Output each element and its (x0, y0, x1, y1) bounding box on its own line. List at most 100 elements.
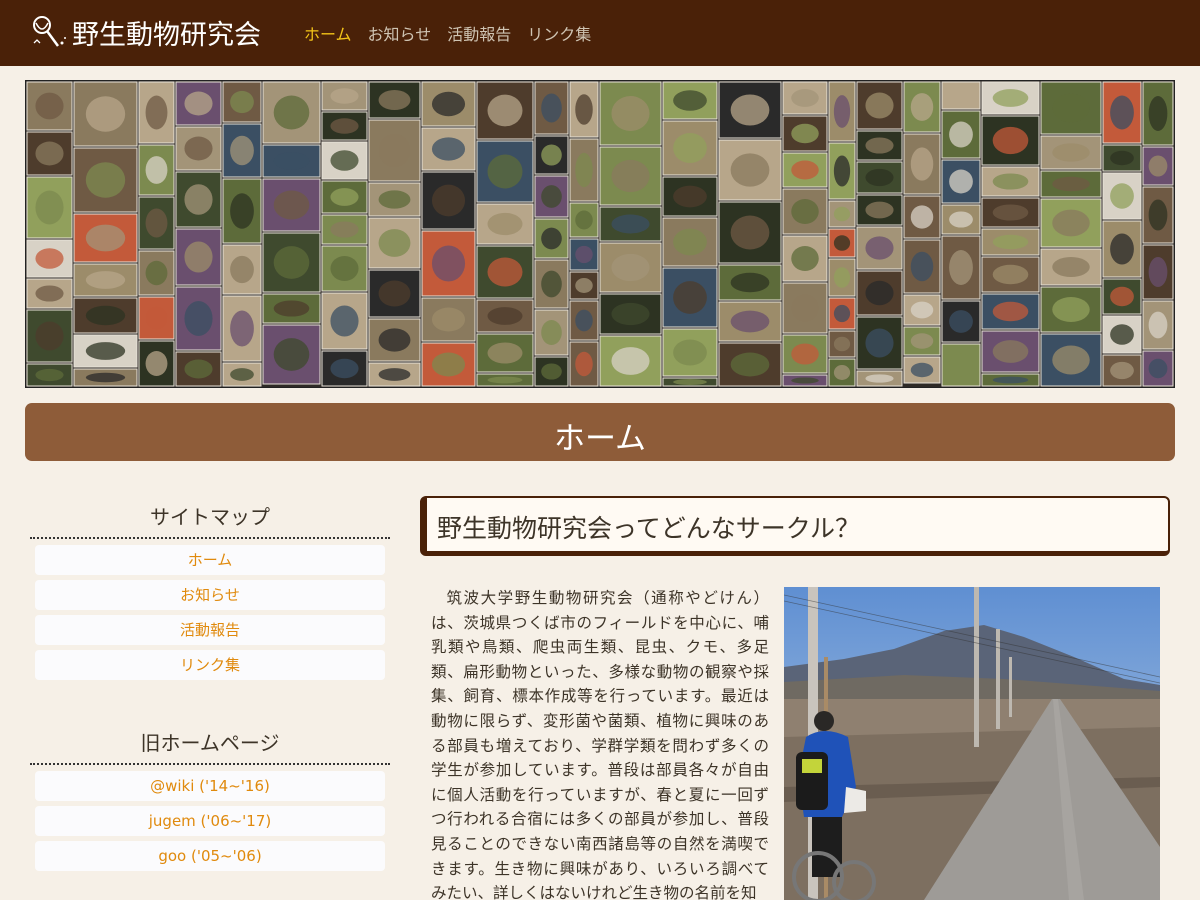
mosaic-tile (222, 81, 262, 123)
mosaic-tile (421, 127, 476, 171)
nav-item-reports[interactable]: 活動報告 (447, 21, 511, 45)
mosaic-tile (421, 230, 476, 297)
mosaic-tile (175, 126, 222, 171)
nav-item-home[interactable]: ホーム (304, 21, 352, 45)
mosaic-tile (981, 228, 1040, 256)
mosaic-tile (421, 342, 476, 387)
mosaic-tile (828, 297, 856, 330)
site-title[interactable]: 野生動物研究会 (72, 13, 261, 52)
mosaic-tile (599, 81, 662, 146)
old-item-jugem[interactable]: jugem ('06~'17) (35, 806, 385, 836)
mosaic-tile (599, 206, 662, 242)
mosaic-tile (941, 110, 981, 159)
mosaic-tile (981, 373, 1040, 387)
mosaic-tile (368, 269, 421, 318)
mosaic-tile (222, 123, 262, 178)
mosaic-tile (782, 334, 828, 374)
site-header: 野生動物研究会 ホーム お知らせ 活動報告 リンク集 (0, 0, 1200, 66)
mosaic-tile (903, 326, 941, 356)
mosaic-tile (138, 340, 175, 387)
mosaic-tile (662, 377, 718, 387)
mosaic-tile (903, 195, 941, 239)
mosaic-tile (718, 139, 782, 201)
old-item-goo[interactable]: goo ('05~'06) (35, 841, 385, 871)
mosaic-tile (981, 115, 1040, 166)
mosaic-tile (368, 119, 421, 182)
mosaic-tile (981, 293, 1040, 330)
nav-item-links[interactable]: リンク集 (527, 21, 591, 45)
mosaic-tile (599, 242, 662, 293)
mosaic-tile (941, 300, 981, 343)
mosaic-tile (1142, 81, 1174, 146)
mosaic-tile (1040, 286, 1102, 333)
mosaic-tile (856, 270, 903, 316)
mosaic-tile (782, 282, 828, 334)
mosaic-tile (599, 146, 662, 206)
mosaic-tile (138, 144, 175, 196)
mosaic-tile (1040, 81, 1102, 135)
mosaic-tile (321, 292, 368, 350)
mosaic-tile (1040, 170, 1102, 198)
mosaic-tile (782, 235, 828, 282)
mosaic-image (26, 81, 1174, 387)
old-item-wiki[interactable]: @wiki ('14~'16) (35, 771, 385, 801)
mosaic-tile (941, 204, 981, 235)
mosaic-tile (1102, 315, 1142, 354)
mosaic-tile (476, 373, 534, 387)
sitemap-list: ホーム お知らせ 活動報告 リンク集 (30, 539, 390, 680)
mosaic-tile (26, 131, 73, 176)
mosaic-tile (73, 368, 138, 387)
mosaic-tile (856, 226, 903, 270)
mosaic-tile (222, 362, 262, 387)
article-body: 筑波大学野生動物研究会（通称やどけん）は、茨城県つくば市のフィールドを中心に、哺… (431, 589, 769, 900)
sitemap-item-reports[interactable]: 活動報告 (35, 615, 385, 645)
mosaic-tile (856, 194, 903, 226)
mosaic-tile (662, 267, 718, 328)
mosaic-tile (1142, 186, 1174, 244)
mosaic-tile (569, 81, 599, 138)
mosaic-tile (856, 130, 903, 161)
mosaic-tile (718, 264, 782, 301)
article-heading: 野生動物研究会ってどんなサークル？ (420, 496, 1170, 556)
mosaic-tile (569, 300, 599, 341)
mosaic-tile (981, 197, 1040, 228)
mosaic-tile (1102, 81, 1142, 144)
mosaic-tile (1102, 220, 1142, 278)
mosaic-tile (662, 328, 718, 377)
mosaic-tile (782, 81, 828, 115)
mosaic-tile (321, 180, 368, 214)
mosaic-tile (534, 309, 569, 356)
mosaic-tile (222, 244, 262, 295)
mosaic-tile (941, 159, 981, 204)
sitemap-item-news[interactable]: お知らせ (35, 580, 385, 610)
mosaic-tile (903, 294, 941, 326)
mosaic-tile (782, 152, 828, 188)
sitemap-item-home[interactable]: ホーム (35, 545, 385, 575)
mosaic-tile (981, 166, 1040, 197)
mosaic-tile (26, 309, 73, 363)
mosaic-tile (73, 81, 138, 147)
mosaic-tile (662, 120, 718, 176)
mosaic-tile (856, 370, 903, 387)
mosaic-tile (321, 245, 368, 292)
nav-item-news[interactable]: お知らせ (368, 21, 432, 45)
mosaic-tile (1102, 144, 1142, 172)
mosaic-tile (26, 81, 73, 131)
mosaic-tile (599, 335, 662, 387)
sitemap-item-links[interactable]: リンク集 (35, 650, 385, 680)
mosaic-tile (662, 81, 718, 120)
mosaic-tile (718, 301, 782, 342)
mosaic-tile (828, 330, 856, 358)
mosaic-tile (599, 293, 662, 335)
bug-net-icon[interactable] (28, 13, 68, 49)
mosaic-tile (569, 271, 599, 300)
mosaic-tile (73, 147, 138, 213)
mosaic-tile (941, 235, 981, 300)
mosaic-tile (262, 178, 321, 232)
mosaic-tile (73, 263, 138, 297)
mosaic-tile (138, 196, 175, 250)
mosaic-tile (981, 256, 1040, 293)
mosaic-tile (476, 140, 534, 203)
mosaic-tile (534, 259, 569, 309)
mosaic-tile (828, 228, 856, 258)
